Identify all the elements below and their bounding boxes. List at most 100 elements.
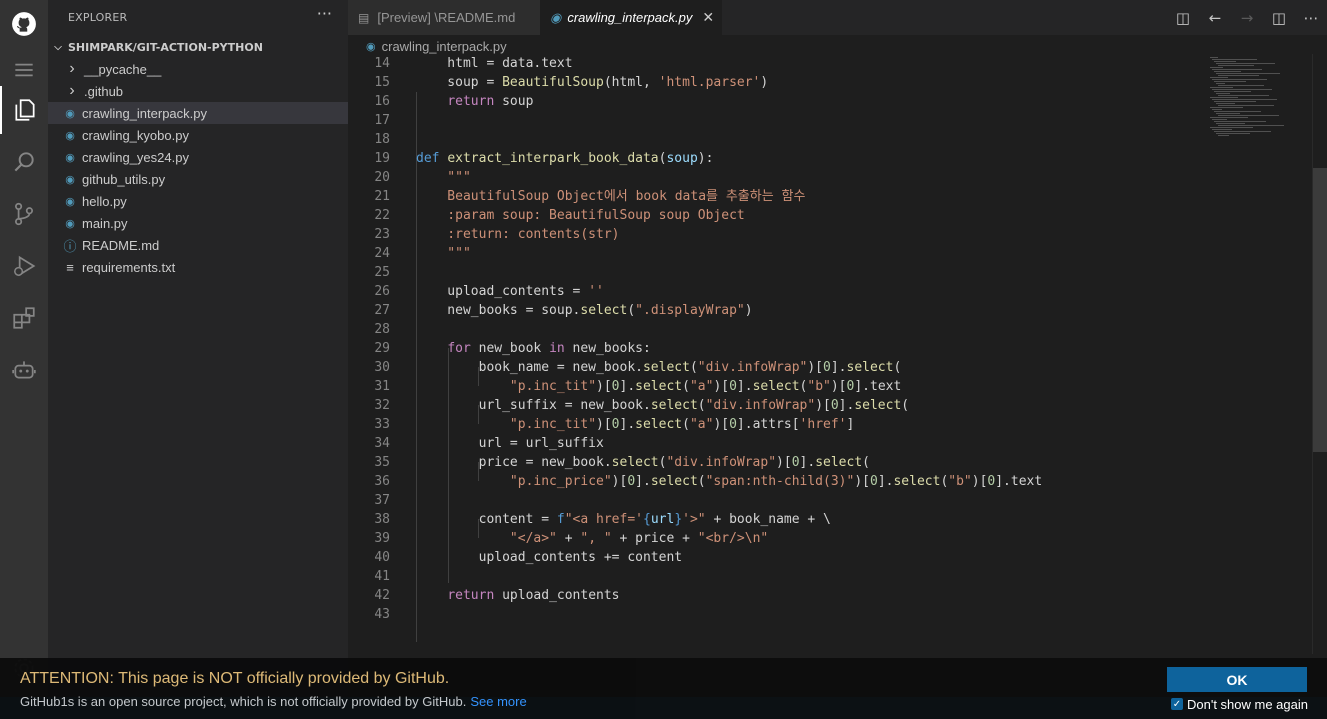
code-editor[interactable]: 14 html = data.text 15 soup = BeautifulSo… (348, 54, 1206, 654)
workspace-section-header[interactable]: ⌵ SHIMPARK/GIT-ACTION-PYTHON (48, 36, 348, 58)
code-token: ): (697, 151, 714, 166)
breadcrumb-file: crawling_interpack.py (381, 38, 507, 54)
line-number: 21 (374, 189, 390, 204)
code-line: 34 url = url_suffix (348, 434, 1206, 453)
github-icon[interactable] (0, 0, 48, 48)
code-token: 0 (611, 417, 620, 432)
code-token: 0 (830, 398, 839, 413)
tree-item[interactable]: ⓘ README.md (48, 234, 348, 256)
code-token: )[ (596, 379, 612, 394)
code-text: url_suffix = new_book.select("div.infoWr… (416, 396, 910, 415)
line-number: 36 (374, 474, 390, 489)
search-icon[interactable] (0, 138, 48, 186)
code-token: ]. (830, 360, 847, 375)
tree-item[interactable]: ◉ github_utils.py (48, 168, 348, 190)
code-token: ( (697, 474, 706, 489)
code-token: ( (697, 398, 706, 413)
tree-item[interactable]: ◉ crawling_kyobo.py (48, 124, 348, 146)
tree-item[interactable]: ◉ hello.py (48, 190, 348, 212)
tab-readme-preview[interactable]: ▤ [Preview] \README.md (348, 0, 540, 35)
tree-item-label: .github (84, 83, 124, 99)
code-line: 36 "p.inc_price")[0].select("span:nth-ch… (348, 472, 1206, 491)
code-token: "<a href=' (564, 512, 643, 527)
more-icon[interactable]: ⋯ (1295, 9, 1327, 27)
code-token: select (611, 455, 659, 470)
extensions-icon[interactable] (0, 294, 48, 342)
scrollbar-thumb[interactable] (1313, 168, 1327, 452)
checkmark-icon: ✓ (1171, 698, 1183, 710)
code-token: "p.inc_tit" (509, 379, 597, 394)
line-number: 28 (374, 322, 390, 337)
tree-item[interactable]: ◉ crawling_interpack.py (48, 102, 348, 124)
code-token: extract_interpark_book_data (447, 151, 659, 166)
code-token: ".displayWrap" (635, 303, 745, 318)
code-token: )[ (815, 398, 831, 413)
line-number: 31 (374, 379, 390, 394)
close-icon[interactable]: ✕ (702, 9, 714, 26)
tree-item[interactable]: ≡ requirements.txt (48, 256, 348, 278)
ok-button[interactable]: OK (1167, 667, 1307, 692)
explorer-sidebar: EXPLORER ··· ⌵ SHIMPARK/GIT-ACTION-PYTHO… (48, 0, 348, 719)
code-token: { (643, 512, 651, 527)
tree-item-label: main.py (82, 215, 128, 231)
code-token: ( (682, 379, 690, 394)
code-line: 21 BeautifulSoup Object에서 book data를 추출하… (348, 187, 1206, 206)
code-token: ]. (619, 417, 636, 432)
code-token: '' (588, 284, 604, 299)
code-token: 0 (729, 379, 737, 394)
tree-item-label: crawling_interpack.py (82, 105, 208, 121)
python-file-icon: ◉ (65, 217, 75, 230)
code-token: "</a>" (509, 531, 557, 546)
code-text: def extract_interpark_book_data(soup): (416, 149, 713, 168)
line-number: 24 (374, 246, 390, 261)
code-token: select (815, 455, 863, 470)
minimap-line (1218, 105, 1274, 106)
run-debug-icon[interactable] (0, 242, 48, 290)
code-token: book_name = new_book. (416, 360, 643, 375)
github-logo-icon (12, 12, 36, 36)
minimap-line (1210, 67, 1223, 68)
source-control-icon[interactable] (0, 190, 48, 238)
code-token: html = data.text (416, 56, 573, 71)
see-more-link[interactable]: See more (470, 694, 526, 709)
go-back-icon[interactable]: ← (1199, 9, 1231, 27)
tree-item[interactable]: ◉ crawling_yes24.py (48, 146, 348, 168)
tree-item[interactable]: › .github (48, 80, 348, 102)
split-editor-icon[interactable]: ◫ (1263, 9, 1295, 27)
code-token: ].text (854, 379, 902, 394)
line-number: 29 (374, 341, 390, 356)
explorer-icon[interactable] (0, 86, 48, 134)
line-number: 41 (374, 569, 390, 584)
line-number: 39 (374, 531, 390, 546)
code-text: upload_contents = '' (416, 282, 604, 301)
more-actions-icon[interactable]: ··· (317, 4, 332, 23)
code-token: new_book (470, 341, 550, 356)
code-token: select (635, 417, 683, 432)
minimap-line (1218, 85, 1264, 86)
tree-item[interactable]: › __pycache__ (48, 58, 348, 80)
code-token: '>" (682, 512, 706, 527)
tree-item-label: hello.py (82, 193, 127, 209)
open-changes-icon[interactable]: ◫ (1167, 9, 1199, 27)
code-token: "a" (689, 417, 714, 432)
workspace-name: SHIMPARK/GIT-ACTION-PYTHON (68, 40, 263, 54)
copilot-icon[interactable] (0, 346, 48, 394)
code-token: f (556, 512, 565, 527)
code-token: select (752, 379, 800, 394)
code-text: book_name = new_book.select("div.infoWra… (416, 358, 902, 377)
minimap[interactable] (1206, 54, 1312, 154)
go-forward-icon[interactable]: → (1231, 9, 1263, 27)
code-token: )[ (854, 474, 870, 489)
minimap-line (1212, 59, 1257, 60)
tab-crawling-interpack[interactable]: ◉ crawling_interpack.py ✕ (540, 0, 722, 35)
tree-item[interactable]: ◉ main.py (48, 212, 348, 234)
dont-show-again-checkbox[interactable]: ✓ Don't show me again (1171, 696, 1308, 712)
code-token: soup (494, 94, 534, 109)
code-token: in (549, 341, 565, 356)
code-token: BeautifulSoup (502, 75, 604, 90)
tab-label: crawling_interpack.py (567, 10, 693, 25)
code-line: 23 :return: contents(str) (348, 225, 1206, 244)
